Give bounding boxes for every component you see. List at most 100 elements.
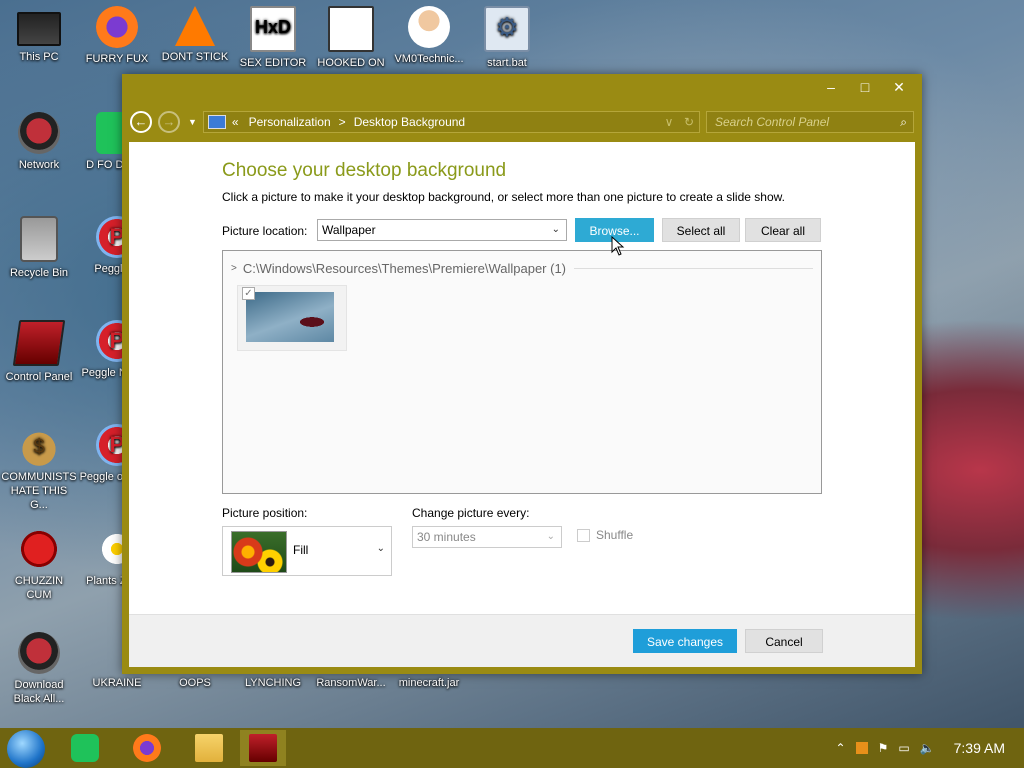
app-icon[interactable] bbox=[855, 742, 868, 754]
search-icon[interactable]: ⌕ bbox=[900, 115, 907, 130]
wallpaper-thumbnail[interactable]: ✓ bbox=[237, 285, 347, 351]
desktop-icon-hooked-on[interactable]: HOOKED ON bbox=[313, 6, 389, 70]
refresh-icon[interactable]: ↻ bbox=[679, 115, 699, 129]
picture-position-select[interactable]: Fill ⌄ bbox=[222, 526, 392, 576]
address-prefix[interactable]: « bbox=[232, 115, 239, 129]
back-button[interactable]: ← bbox=[130, 111, 152, 133]
download-icon bbox=[18, 632, 60, 674]
desktop-icon-label: DONT STICK bbox=[161, 51, 229, 63]
breadcrumb-desktop-background[interactable]: Desktop Background bbox=[354, 115, 465, 129]
desktop-icon-ukraine[interactable]: UKRAINE bbox=[79, 676, 155, 690]
flag-icon[interactable]: ⚑ bbox=[878, 741, 889, 755]
desktop-icon-start-bat[interactable]: ⚙ start.bat bbox=[469, 6, 545, 70]
desktop-icon-label: LYNCHING bbox=[244, 677, 302, 689]
network-icon bbox=[18, 112, 60, 154]
gallery-group-path: C:\Windows\Resources\Themes\Premiere\Wal… bbox=[242, 261, 567, 276]
desktop-icon-chuzzin[interactable]: CHUZZIN CUM bbox=[1, 528, 77, 602]
address-tail: ∨ ↻ bbox=[659, 115, 699, 129]
picture-position-label: Picture position: bbox=[222, 506, 308, 520]
desktop-icon-label: Network bbox=[18, 159, 60, 171]
shuffle-option[interactable]: Shuffle bbox=[577, 528, 633, 542]
desktop-icon-label: HOOKED ON bbox=[317, 57, 385, 69]
desktop-icon-recycle-bin[interactable]: Recycle Bin bbox=[1, 216, 77, 280]
taskbar: ⌃ ⚑ ▭ 🔈 7:39 AM bbox=[0, 728, 1024, 768]
minimize-button[interactable]: – bbox=[814, 76, 848, 98]
system-tray: ⌃ ⚑ ▭ 🔈 7:39 AM bbox=[831, 728, 1011, 768]
change-interval-label: Change picture every: bbox=[412, 506, 530, 520]
folder-icon bbox=[195, 734, 223, 762]
network-icon[interactable]: ▭ bbox=[898, 741, 909, 755]
cancel-button[interactable]: Cancel bbox=[745, 629, 823, 653]
navigation-bar: ← → ▼ « Personalization > Desktop Backgr… bbox=[130, 110, 914, 134]
desktop-icon-minecraft[interactable]: minecraft.jar bbox=[391, 676, 467, 690]
breadcrumb-separator: > bbox=[338, 115, 346, 129]
app-icon bbox=[71, 734, 99, 762]
window-controls: – □ ✕ bbox=[814, 76, 916, 98]
picture-location-select[interactable]: Wallpaper ⌄ bbox=[317, 219, 567, 241]
desktop-icon-label: start.bat bbox=[487, 57, 527, 69]
chuzzle-icon bbox=[18, 528, 60, 570]
start-button[interactable] bbox=[7, 730, 45, 768]
desktop-icon-vm0technic[interactable]: VM0Technic... bbox=[391, 6, 467, 66]
shuffle-checkbox[interactable] bbox=[577, 528, 590, 542]
change-interval-select[interactable]: 30 minutes ⌄ bbox=[412, 526, 562, 548]
chevron-down-icon: ⌄ bbox=[546, 531, 555, 542]
volume-icon[interactable]: 🔈 bbox=[920, 741, 935, 755]
desktop-icon-label: RansomWar... bbox=[316, 677, 386, 689]
search-input[interactable]: Search Control Panel ⌕ bbox=[706, 111, 914, 133]
thumbnail-checkbox[interactable]: ✓ bbox=[242, 287, 255, 300]
computer-icon bbox=[17, 12, 61, 46]
select-all-button[interactable]: Select all bbox=[662, 218, 740, 242]
desktop-icon-lynching[interactable]: LYNCHING bbox=[235, 676, 311, 690]
chevron-down-icon: ⌄ bbox=[551, 224, 560, 235]
taskbar-app-firefox[interactable] bbox=[124, 730, 170, 766]
chevron-down-icon: ⌄ bbox=[376, 543, 385, 554]
desktop-icon-label: FURRY FUX bbox=[85, 53, 149, 65]
search-placeholder: Search Control Panel bbox=[715, 115, 830, 129]
desktop-icon-furry-fux[interactable]: FURRY FUX bbox=[79, 6, 155, 66]
firefox-icon bbox=[133, 734, 161, 762]
desktop-icon-oops[interactable]: OOPS bbox=[157, 676, 233, 690]
desktop-icon-label: minecraft.jar bbox=[398, 677, 460, 689]
desktop-icon-download-black[interactable]: Download Black All... bbox=[1, 632, 77, 706]
close-button[interactable]: ✕ bbox=[882, 76, 916, 98]
desktop-icon-label: UKRAINE bbox=[92, 677, 142, 689]
desktop-icon-network[interactable]: Network bbox=[1, 112, 77, 172]
address-bar[interactable]: « Personalization > Desktop Background ∨… bbox=[202, 111, 700, 133]
clear-all-button[interactable]: Clear all bbox=[745, 218, 821, 242]
desktop-icon-sex-editor[interactable]: HxD SEX EDITOR bbox=[235, 6, 311, 70]
wallpaper-image bbox=[246, 292, 334, 342]
change-interval-value: 30 minutes bbox=[417, 530, 476, 544]
position-preview-image bbox=[231, 531, 287, 573]
desktop-icon-control-panel[interactable]: Control Panel bbox=[1, 320, 77, 384]
forward-button[interactable]: → bbox=[158, 111, 180, 133]
desktop-icon-this-pc[interactable]: This PC bbox=[1, 6, 77, 64]
desktop-icon-dont-stick[interactable]: DONT STICK bbox=[157, 6, 233, 64]
mouse-cursor-icon bbox=[611, 236, 625, 256]
desktop-icon-label: Recycle Bin bbox=[9, 267, 69, 279]
maximize-button[interactable]: □ bbox=[848, 76, 882, 98]
control-panel-icon bbox=[249, 734, 277, 762]
chevron-up-icon[interactable]: ⌃ bbox=[836, 741, 846, 755]
taskbar-app-explorer[interactable] bbox=[186, 730, 232, 766]
recent-pages-dropdown[interactable]: ▼ bbox=[188, 117, 197, 127]
save-changes-button[interactable]: Save changes bbox=[633, 629, 737, 653]
taskbar-app-green[interactable] bbox=[62, 730, 108, 766]
doctor-icon bbox=[408, 6, 450, 48]
desktop-icon-label: CHUZZIN CUM bbox=[14, 575, 64, 601]
desktop-icon-communists[interactable]: $ COMMUNISTS HATE THIS G... bbox=[1, 424, 77, 512]
taskbar-app-control-panel[interactable] bbox=[240, 730, 286, 766]
recycle-bin-icon bbox=[20, 216, 58, 262]
money-bag-icon: $ bbox=[18, 424, 60, 466]
desktop-icon-label: Download Black All... bbox=[13, 679, 65, 705]
page-title: Choose your desktop background bbox=[222, 160, 507, 181]
group-divider bbox=[574, 268, 813, 269]
breadcrumb-personalization[interactable]: Personalization bbox=[249, 115, 331, 129]
hex-editor-icon: HxD bbox=[250, 6, 296, 52]
desktop-icon-ransomware[interactable]: RansomWar... bbox=[313, 676, 389, 690]
gallery-group-header[interactable]: > C:\Windows\Resources\Themes\Premiere\W… bbox=[231, 261, 813, 276]
address-dropdown-icon[interactable]: ∨ bbox=[659, 115, 679, 129]
picture-gallery[interactable]: > C:\Windows\Resources\Themes\Premiere\W… bbox=[222, 250, 822, 494]
chevron-right-icon: > bbox=[231, 263, 237, 274]
clock[interactable]: 7:39 AM bbox=[954, 740, 1005, 756]
